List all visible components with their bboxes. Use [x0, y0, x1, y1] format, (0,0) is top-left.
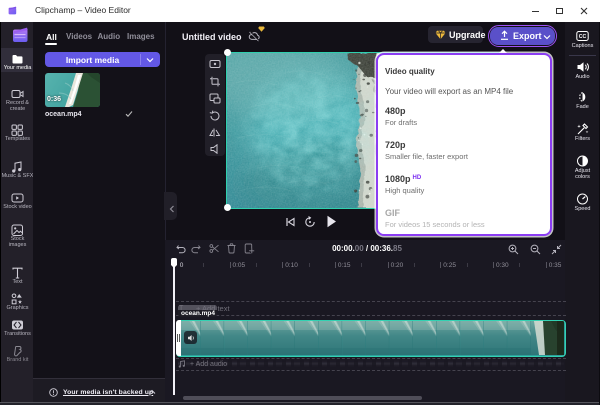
svg-text:CC: CC — [579, 34, 587, 40]
